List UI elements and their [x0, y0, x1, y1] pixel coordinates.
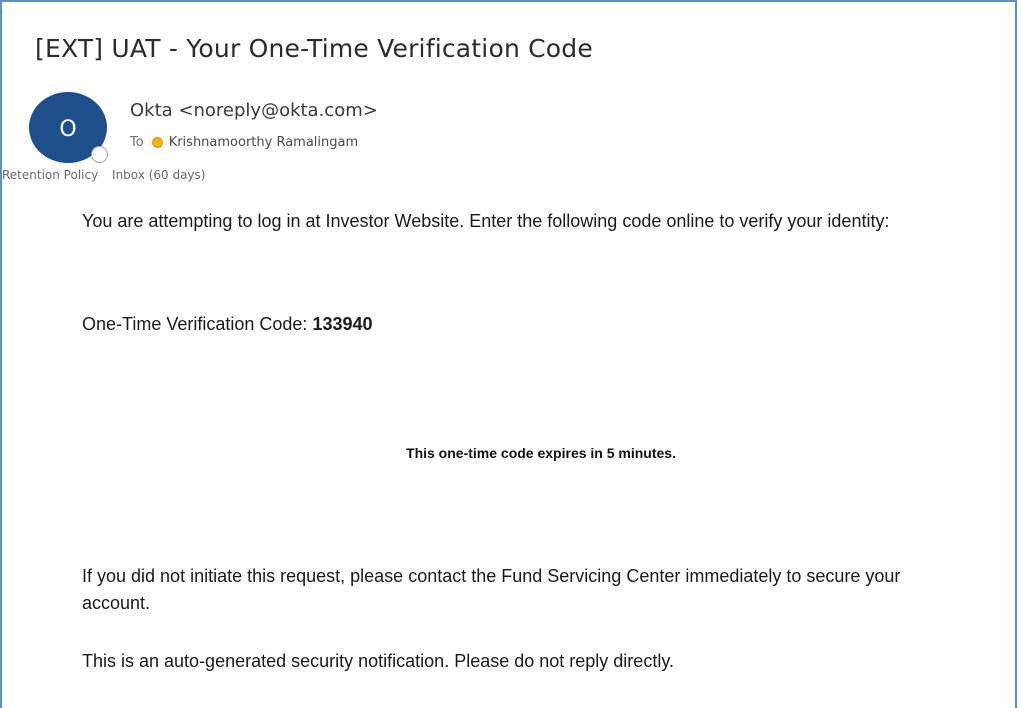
recipient-presence-icon — [151, 137, 163, 148]
recipient-line: To Krishnamoorthy Ramalingam — [130, 135, 358, 150]
sender-name[interactable]: Okta <noreply@okta.com> — [130, 100, 378, 121]
auto-generated-note: This is an auto-generated security notif… — [82, 651, 674, 671]
recipient-name[interactable]: Krishnamoorthy Ramalingam — [169, 135, 358, 150]
email-subject: [EXT] UAT - Your One-Time Verification C… — [35, 34, 593, 63]
intro-paragraph: You are attempting to log in at Investor… — [82, 211, 890, 231]
code-label: One-Time Verification Code: — [82, 314, 313, 334]
avatar-initial: O — [59, 117, 77, 142]
retention-policy-label: Retention Policy — [2, 168, 99, 182]
retention-policy-value: Inbox (60 days) — [112, 168, 206, 182]
to-label: To — [130, 135, 144, 150]
expiry-note: This one-time code expires in 5 minutes. — [406, 445, 676, 461]
email-reading-pane: [EXT] UAT - Your One-Time Verification C… — [0, 0, 1017, 708]
presence-status-icon — [91, 146, 108, 163]
verification-code: 133940 — [312, 314, 373, 334]
retention-policy: Retention Policy Inbox (60 days) — [2, 168, 205, 182]
contact-paragraph: If you did not initiate this request, pl… — [82, 566, 901, 613]
verification-code-line: One-Time Verification Code: 133940 — [82, 314, 373, 335]
